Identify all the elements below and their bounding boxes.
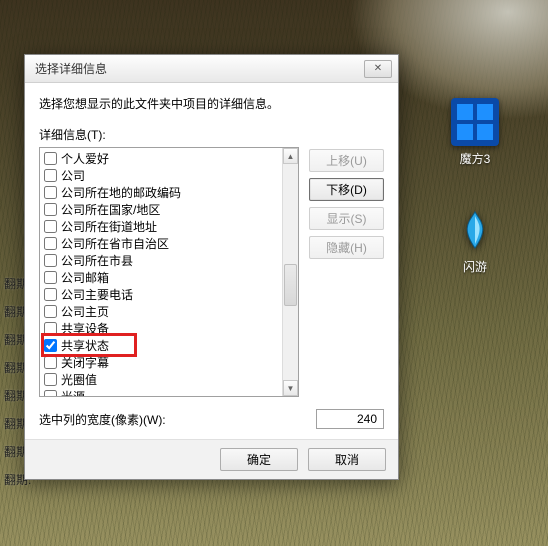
details-listbox[interactable]: 个人爱好公司公司所在地的邮政编码公司所在国家/地区公司所在街道地址公司所在省市自… — [39, 147, 299, 397]
details-checkbox[interactable] — [44, 373, 57, 386]
details-item-label: 光圈值 — [61, 371, 97, 388]
details-checkbox[interactable] — [44, 305, 57, 318]
move-up-button[interactable]: 上移(U) — [309, 149, 384, 172]
details-item-label: 公司所在省市自治区 — [61, 235, 169, 252]
width-label: 选中列的宽度(像素)(W): — [39, 411, 166, 428]
details-checkbox[interactable] — [44, 390, 57, 396]
details-item[interactable]: 光圈值 — [44, 371, 282, 388]
details-checkbox[interactable] — [44, 237, 57, 250]
details-item-label: 公司所在国家/地区 — [61, 201, 160, 218]
mofang-icon — [451, 98, 499, 146]
details-item[interactable]: 公司所在省市自治区 — [44, 235, 282, 252]
details-item[interactable]: 光源 — [44, 388, 282, 396]
details-item[interactable]: 公司所在地的邮政编码 — [44, 184, 282, 201]
details-item-label: 公司邮箱 — [61, 269, 109, 286]
hide-button[interactable]: 隐藏(H) — [309, 236, 384, 259]
details-item-label: 公司主要电话 — [61, 286, 133, 303]
details-checkbox[interactable] — [44, 322, 57, 335]
details-item[interactable]: 公司所在市县 — [44, 252, 282, 269]
details-item-label: 公司所在地的邮政编码 — [61, 184, 181, 201]
scroll-up-button[interactable]: ▲ — [283, 148, 298, 164]
width-input[interactable] — [316, 409, 384, 429]
desktop-icon-shanyou[interactable]: 闪游 — [440, 206, 510, 275]
details-checkbox[interactable] — [44, 288, 57, 301]
choose-details-dialog: 选择详细信息 ✕ 选择您想显示的此文件夹中项目的详细信息。 详细信息(T): 个… — [24, 54, 399, 480]
details-item[interactable]: 个人爱好 — [44, 150, 282, 167]
scroll-track[interactable] — [283, 164, 298, 380]
scroll-down-button[interactable]: ▼ — [283, 380, 298, 396]
titlebar[interactable]: 选择详细信息 ✕ — [25, 55, 398, 83]
details-item-label: 关闭字幕 — [61, 354, 109, 371]
desktop-icon-label: 闪游 — [440, 258, 510, 275]
details-item-label: 公司所在市县 — [61, 252, 133, 269]
details-checkbox[interactable] — [44, 186, 57, 199]
shanyou-icon — [451, 206, 499, 254]
details-item[interactable]: 公司邮箱 — [44, 269, 282, 286]
close-icon: ✕ — [374, 63, 382, 74]
details-item-label: 光源 — [61, 388, 85, 396]
details-item[interactable]: 公司 — [44, 167, 282, 184]
instruction-text: 选择您想显示的此文件夹中项目的详细信息。 — [39, 95, 384, 112]
details-checkbox[interactable] — [44, 220, 57, 233]
details-item-label: 共享设备 — [61, 320, 109, 337]
details-item[interactable]: 公司所在街道地址 — [44, 218, 282, 235]
details-item-label: 公司 — [61, 167, 85, 184]
details-item[interactable]: 公司主要电话 — [44, 286, 282, 303]
details-item[interactable]: 公司所在国家/地区 — [44, 201, 282, 218]
desktop-icon-label: 魔方3 — [440, 150, 510, 167]
details-checkbox[interactable] — [44, 169, 57, 182]
details-item[interactable]: 公司主页 — [44, 303, 282, 320]
details-checkbox[interactable] — [44, 203, 57, 216]
desktop-icon-mofang[interactable]: 魔方3 — [440, 98, 510, 167]
cancel-button[interactable]: 取消 — [308, 448, 386, 471]
details-item[interactable]: 关闭字幕 — [44, 354, 282, 371]
details-checkbox[interactable] — [44, 356, 57, 369]
details-item[interactable]: 共享状态 — [44, 337, 282, 354]
scrollbar[interactable]: ▲ ▼ — [282, 148, 298, 396]
details-checkbox[interactable] — [44, 152, 57, 165]
ok-button[interactable]: 确定 — [220, 448, 298, 471]
details-item-label: 个人爱好 — [61, 150, 109, 167]
details-checkbox[interactable] — [44, 339, 57, 352]
show-button[interactable]: 显示(S) — [309, 207, 384, 230]
details-item-label: 公司所在街道地址 — [61, 218, 157, 235]
details-checkbox[interactable] — [44, 254, 57, 267]
dialog-title: 选择详细信息 — [35, 60, 107, 77]
details-item[interactable]: 共享设备 — [44, 320, 282, 337]
close-button[interactable]: ✕ — [364, 60, 392, 78]
scroll-thumb[interactable] — [284, 264, 297, 306]
details-label: 详细信息(T): — [39, 126, 384, 143]
details-item-label: 公司主页 — [61, 303, 109, 320]
details-checkbox[interactable] — [44, 271, 57, 284]
details-item-label: 共享状态 — [61, 337, 109, 354]
move-down-button[interactable]: 下移(D) — [309, 178, 384, 201]
